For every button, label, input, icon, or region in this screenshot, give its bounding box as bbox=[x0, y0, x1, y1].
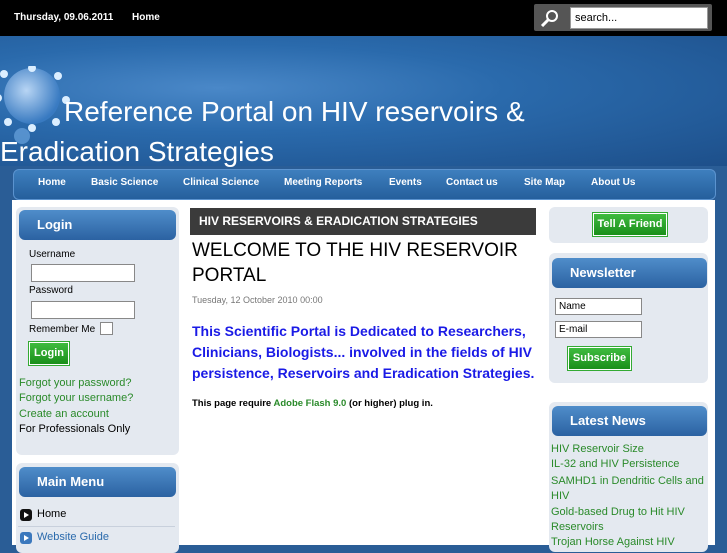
section-header: HIV RESERVOIRS & ERADICATION STRATEGIES bbox=[190, 208, 536, 235]
latest-news-header: Latest News bbox=[552, 406, 707, 436]
news-item[interactable]: Trojan Horse Against HIV bbox=[551, 536, 675, 548]
password-label: Password bbox=[29, 285, 73, 296]
remember-me-label: Remember Me bbox=[29, 324, 96, 335]
nav-meeting-reports[interactable]: Meeting Reports bbox=[284, 177, 362, 188]
site-banner: Reference Portal on HIV reservoirs & Era… bbox=[0, 36, 727, 167]
news-item[interactable]: SAMHD1 in Dendritic Cells and HIV bbox=[551, 474, 709, 504]
adobe-flash-link[interactable]: Adobe Flash 9.0 bbox=[273, 398, 346, 409]
nav-about-us[interactable]: About Us bbox=[591, 177, 635, 188]
forgot-password-link[interactable]: Forgot your password? bbox=[19, 377, 132, 389]
arrow-right-icon bbox=[20, 532, 32, 544]
current-date: Thursday, 09.06.2011 bbox=[14, 12, 114, 23]
username-label: Username bbox=[29, 249, 76, 260]
news-item[interactable]: HIV Reservoir Size bbox=[551, 443, 644, 455]
news-item[interactable]: IL-32 and HIV Persistence bbox=[551, 458, 679, 470]
professionals-note: For Professionals Only bbox=[19, 423, 131, 435]
nav-clinical-science[interactable]: Clinical Science bbox=[183, 177, 259, 188]
search-input[interactable] bbox=[570, 7, 708, 29]
article-intro: This Scientific Portal is Dedicated to R… bbox=[192, 323, 535, 381]
banner-title: Reference Portal on HIV reservoirs & Era… bbox=[0, 96, 525, 167]
newsletter-name-field[interactable] bbox=[555, 298, 642, 315]
subscribe-button[interactable]: Subscribe bbox=[568, 347, 631, 370]
nav-site-map[interactable]: Site Map bbox=[524, 177, 565, 188]
newsletter-header: Newsletter bbox=[552, 258, 707, 288]
main-nav: Home Basic Science Clinical Science Meet… bbox=[13, 169, 716, 200]
flash-notice: This page require Adobe Flash 9.0 (or hi… bbox=[192, 398, 433, 409]
news-item[interactable]: Gold-based Drug to Hit HIV Reservoirs bbox=[551, 505, 701, 535]
login-button[interactable]: Login bbox=[29, 342, 69, 365]
nav-events[interactable]: Events bbox=[389, 177, 422, 188]
remember-me-checkbox[interactable] bbox=[100, 322, 113, 335]
search-icon[interactable] bbox=[540, 9, 560, 27]
article-date: Tuesday, 12 October 2010 00:00 bbox=[192, 295, 323, 305]
login-header: Login bbox=[19, 210, 176, 240]
nav-contact-us[interactable]: Contact us bbox=[446, 177, 498, 188]
username-field[interactable] bbox=[31, 264, 135, 282]
menu-divider bbox=[18, 526, 175, 527]
main-menu-header: Main Menu bbox=[19, 467, 176, 497]
nav-basic-science[interactable]: Basic Science bbox=[91, 177, 158, 188]
nav-home[interactable]: Home bbox=[38, 177, 66, 188]
create-account-link[interactable]: Create an account bbox=[19, 408, 109, 420]
password-field[interactable] bbox=[31, 301, 135, 319]
tell-a-friend-button[interactable]: Tell A Friend bbox=[593, 213, 667, 236]
arrow-right-icon bbox=[20, 509, 32, 521]
top-home-link[interactable]: Home bbox=[132, 12, 160, 23]
newsletter-email-field[interactable] bbox=[555, 321, 642, 338]
top-bar: Thursday, 09.06.2011 Home bbox=[0, 0, 727, 36]
forgot-username-link[interactable]: Forgot your username? bbox=[19, 392, 133, 404]
article-title: WELCOME TO THE HIV RESERVOIR PORTAL bbox=[192, 240, 518, 286]
